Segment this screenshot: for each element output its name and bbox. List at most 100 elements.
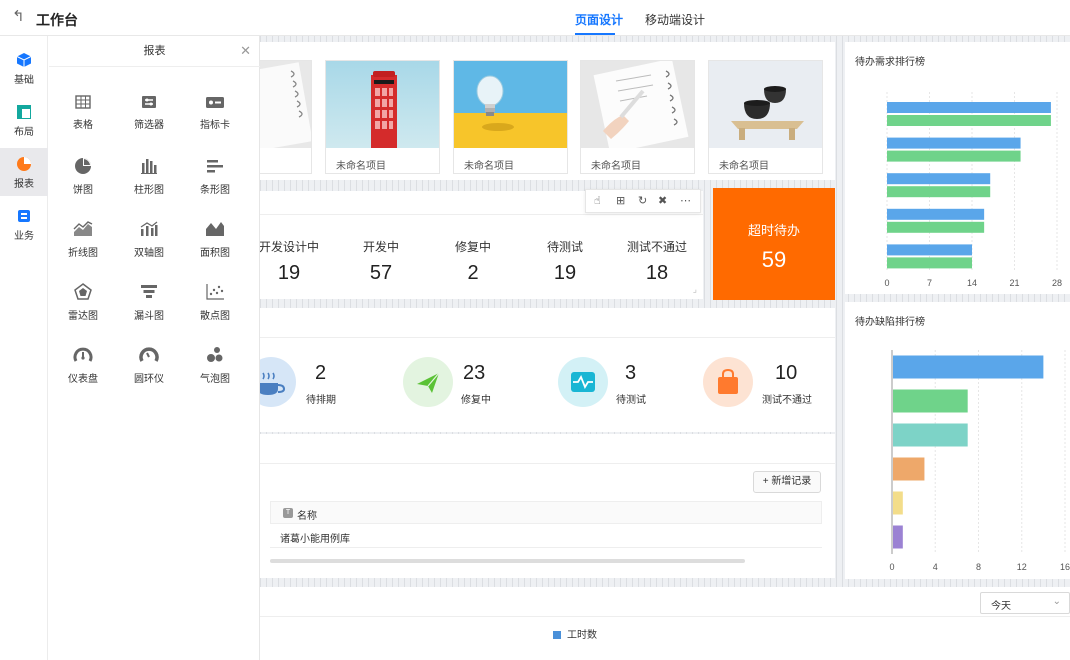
bar[interactable] [887, 102, 1051, 113]
data-table: T 名称 诸葛小能用例库 [260, 499, 822, 571]
palette-item-line-chart[interactable]: 折线图 [51, 220, 115, 270]
rail-item-basic[interactable]: 基础 [0, 44, 48, 92]
bar[interactable] [893, 491, 903, 515]
design-canvas[interactable]: 未命名项目 未命名项目 未命名项目 未命名项目 ⌟ 开发设计中 19 开发中 5… [246, 36, 1070, 660]
chart-title: 待办需求排行榜 [855, 57, 925, 68]
kpi-value: 23 [463, 362, 486, 384]
palette-item-funnel[interactable]: 漏斗图 [117, 283, 181, 333]
close-icon[interactable]: ✕ [240, 44, 251, 58]
column-header-name[interactable]: 名称 [297, 507, 317, 522]
palette-item-gauge[interactable]: 仪表盘 [51, 346, 115, 396]
palette-label: 面积图 [200, 248, 230, 259]
defect-ranking-widget[interactable]: 待办缺陷排行榜 0 4 8 12 16 [845, 302, 1070, 579]
bar[interactable] [887, 257, 972, 269]
x-tick-label: 28 [1052, 278, 1062, 288]
overdue-metric-card[interactable]: 超时待办 59 [713, 188, 835, 300]
stat-label: 测试不通过 [626, 240, 687, 254]
gallery-caption: 未命名项目 [336, 161, 386, 172]
table-cell-name: 诸葛小能用例库 [280, 534, 350, 545]
kpi-value: 3 [625, 362, 637, 384]
divider [260, 463, 835, 464]
horizontal-scrollbar[interactable] [270, 559, 745, 563]
workhours-chart-widget[interactable] [260, 587, 1070, 660]
palette-item-pie[interactable]: 饼图 [51, 157, 115, 207]
divider [260, 337, 835, 338]
paper-plane-icon [417, 372, 440, 393]
back-arrow-icon[interactable]: ↰ [12, 9, 28, 25]
palette-label: 漏斗图 [134, 311, 164, 322]
gallery-item[interactable]: 未命名项目 [325, 60, 440, 174]
palette-label: 仪表盘 [68, 374, 98, 385]
x-tick-label: 14 [967, 278, 977, 288]
app-title: 工作台 [36, 12, 78, 28]
bar[interactable] [893, 457, 925, 481]
date-range-select[interactable]: 今天 ⌄ [980, 592, 1070, 614]
bar[interactable] [893, 423, 968, 447]
bar[interactable] [887, 244, 972, 256]
rail-item-report[interactable]: 报表 [0, 148, 48, 196]
active-tab-indicator [575, 33, 615, 35]
palette-label: 散点图 [200, 311, 230, 322]
gallery-item[interactable]: 未命名项目 [580, 60, 695, 174]
bar[interactable] [887, 186, 991, 198]
hand-icon[interactable]: ☝ [594, 194, 601, 207]
writing-notebook-image [581, 61, 694, 148]
palette-item-filter[interactable]: 筛选器 [117, 94, 181, 144]
bar[interactable] [893, 355, 1044, 379]
x-tick-label: 16 [1060, 562, 1070, 572]
bar[interactable] [893, 389, 968, 413]
table-header-row: T 名称 [270, 501, 822, 524]
pie-chart-icon [17, 157, 31, 171]
bar[interactable] [893, 525, 903, 549]
palette-item-column-chart[interactable]: 柱形图 [117, 157, 181, 207]
gallery-caption: 未命名项目 [719, 161, 769, 172]
funnel-icon [141, 285, 157, 298]
bar[interactable] [887, 221, 985, 233]
bar[interactable] [887, 208, 985, 220]
bar[interactable] [887, 115, 1051, 126]
palette-item-table[interactable]: 表格 [51, 94, 115, 144]
kpi-value: 10 [775, 362, 798, 384]
stat-value: 18 [645, 262, 669, 284]
bar[interactable] [887, 173, 991, 185]
delete-icon[interactable]: ✖ [658, 194, 667, 207]
stat-label: 待测试 [546, 240, 583, 254]
palette-item-ring-gauge[interactable]: 圆环仪 [117, 346, 181, 396]
stat-value: 57 [369, 262, 393, 284]
chart-title: 待办缺陷排行榜 [855, 317, 925, 328]
bar[interactable] [887, 150, 1021, 162]
gallery-item[interactable]: 未命名项目 [708, 60, 823, 174]
tab-page-design[interactable]: 页面设计 [575, 11, 623, 28]
tab-mobile-design[interactable]: 移动端设计 [645, 11, 705, 28]
x-tick-label: 21 [1009, 278, 1019, 288]
rail-item-layout[interactable]: 布局 [0, 96, 48, 144]
palette-item-metric-card[interactable]: 指标卡 [183, 94, 247, 144]
table-row[interactable]: 诸葛小能用例库 [270, 525, 822, 548]
grid-icon[interactable]: ⊞ [616, 194, 625, 207]
palette-item-dual-axis[interactable]: 双轴图 [117, 220, 181, 270]
palette-item-radar[interactable]: 雷达图 [51, 283, 115, 333]
kpi-label: 修复中 [461, 395, 491, 406]
palette-item-bar-chart[interactable]: 条形图 [183, 157, 247, 207]
rail-label: 基础 [14, 75, 34, 86]
rail-label: 报表 [14, 179, 34, 190]
gallery-item[interactable]: 未命名项目 [453, 60, 568, 174]
gallery-widget[interactable]: 未命名项目 未命名项目 未命名项目 未命名项目 [250, 42, 835, 180]
divider [260, 616, 1070, 617]
requirement-ranking-widget[interactable]: 待办需求排行榜 0 7 14 21 28 [845, 42, 1070, 294]
palette-item-scatter[interactable]: 散点图 [183, 283, 247, 333]
rail-item-business[interactable]: 业务 [0, 200, 48, 248]
cube-icon [16, 53, 32, 67]
shopping-bag-icon [718, 368, 738, 394]
refresh-icon[interactable]: ↻ [638, 194, 647, 207]
palette-item-area-chart[interactable]: 面积图 [183, 220, 247, 270]
resize-handle-icon[interactable]: ⌟ [693, 284, 697, 295]
add-record-button[interactable]: + 新增记录 [753, 471, 821, 493]
x-tick-label: 4 [933, 562, 938, 572]
palette-item-bubble[interactable]: 气泡图 [183, 346, 247, 396]
kpi-icon-bg [558, 357, 608, 407]
palette-label: 气泡图 [200, 374, 230, 385]
more-icon[interactable]: ⋯ [680, 194, 691, 207]
bar[interactable] [887, 137, 1021, 149]
stat-test-failed: 测试不通过 18 [615, 238, 699, 285]
